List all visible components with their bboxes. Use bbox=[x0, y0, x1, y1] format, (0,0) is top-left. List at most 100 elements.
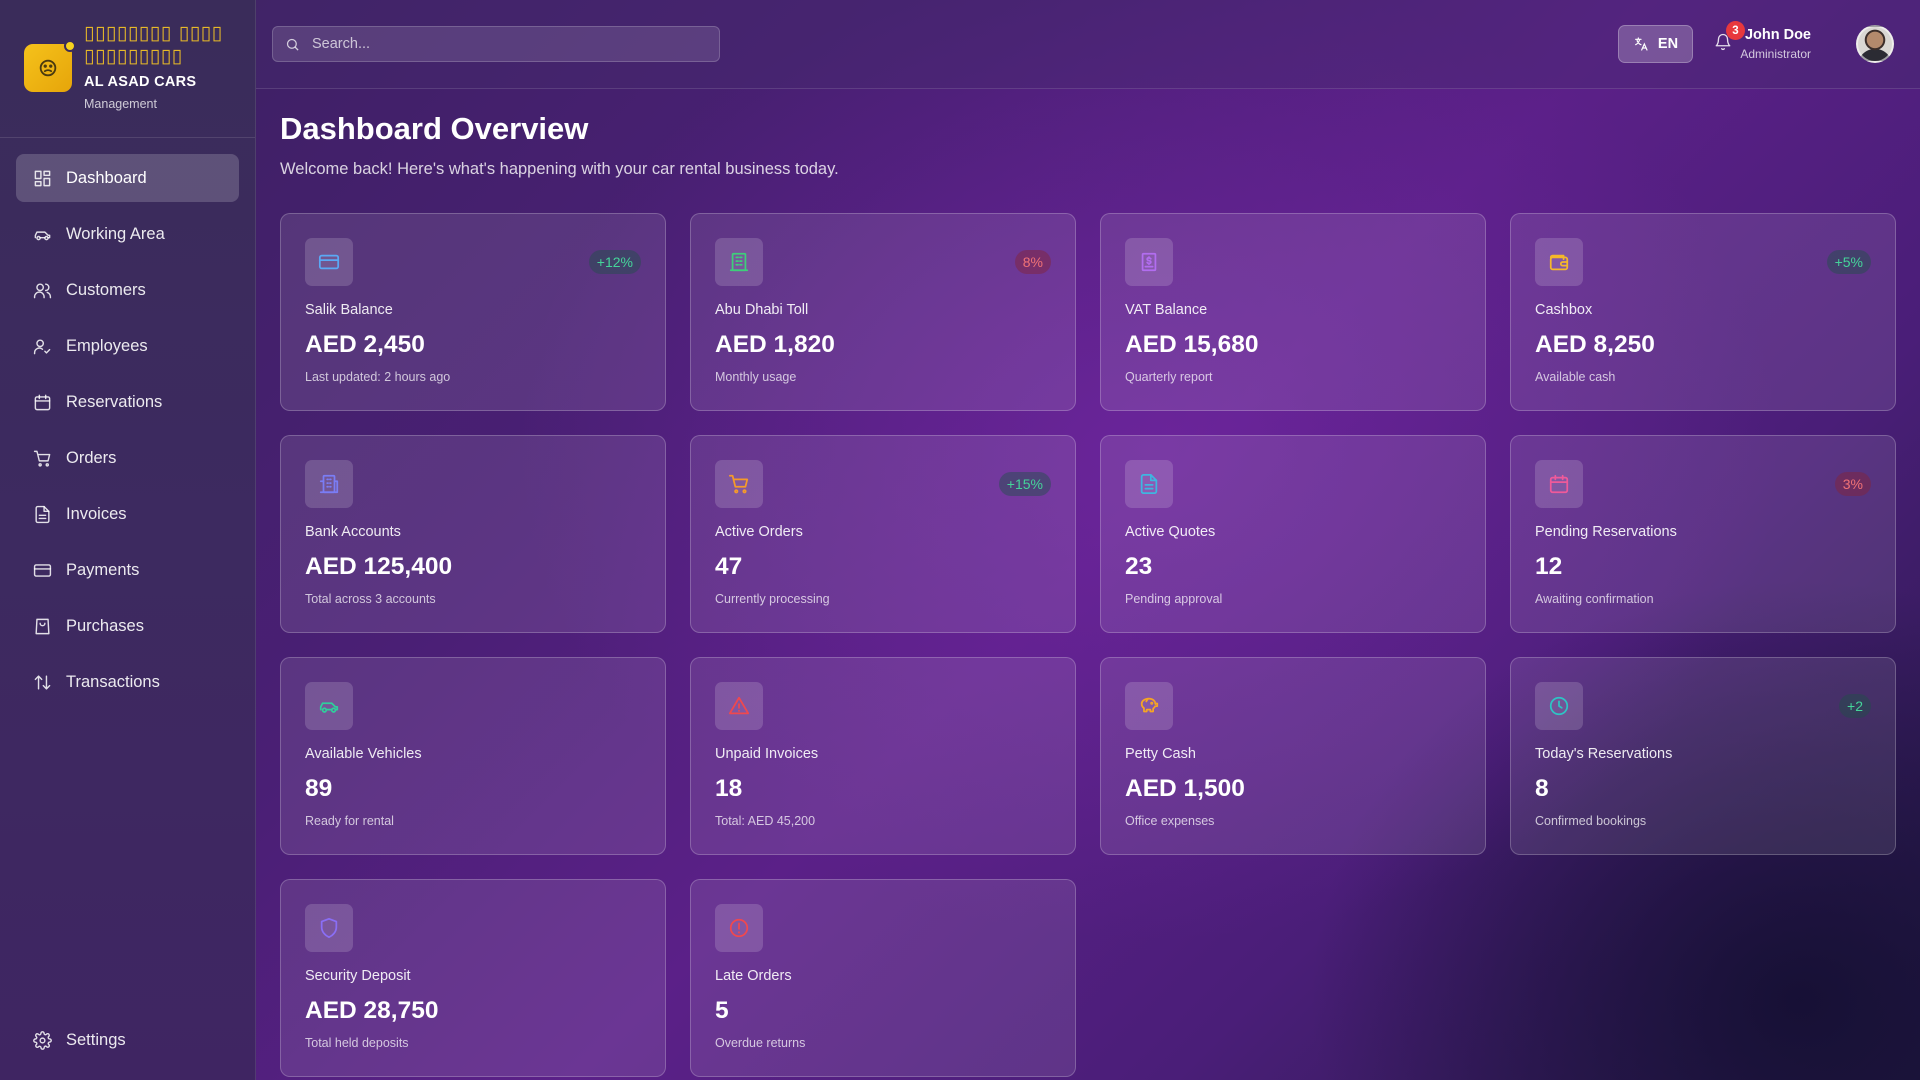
stat-label: Unpaid Invoices bbox=[715, 746, 819, 762]
brand-subtitle: Management bbox=[84, 97, 157, 111]
stat-value: 18 bbox=[715, 775, 743, 802]
calendar-icon bbox=[1549, 474, 1569, 494]
sidebar-item-label: Working Area bbox=[66, 224, 165, 243]
stat-icon-box bbox=[1535, 238, 1583, 286]
stat-card-bank-accounts[interactable]: Bank Accounts AED 125,400 Total across 3 a… bbox=[280, 435, 666, 633]
stat-note: Total: AED 45,200 bbox=[715, 814, 816, 828]
stat-icon-box bbox=[1535, 682, 1583, 730]
stat-card-cashbox[interactable]: +5% Cashbox AED 8,250 Available cash bbox=[1510, 213, 1896, 411]
document-icon bbox=[1140, 473, 1158, 495]
sidebar-item-dashboard[interactable]: Dashboard bbox=[16, 154, 239, 202]
notifications-button[interactable]: 3 bbox=[1714, 21, 1745, 55]
stat-label: Available Vehicles bbox=[305, 746, 422, 762]
language-label: EN bbox=[1657, 36, 1679, 52]
warning-icon bbox=[728, 696, 750, 715]
stat-icon-box bbox=[305, 682, 353, 730]
stat-value: 12 bbox=[1535, 553, 1563, 580]
trend-badge: +15% bbox=[998, 472, 1051, 496]
cart-icon bbox=[32, 448, 52, 468]
stat-icon-box bbox=[715, 682, 763, 730]
stat-card-available-vehicles[interactable]: Available Vehicles 89 Ready for rental bbox=[280, 657, 666, 855]
sidebar-item-invoices[interactable]: Invoices bbox=[16, 490, 239, 538]
stat-icon-box bbox=[305, 904, 353, 952]
sidebar-item-purchases[interactable]: Purchases bbox=[16, 602, 239, 650]
stat-value: 23 bbox=[1125, 553, 1153, 580]
sidebar-item-label: Reservations bbox=[66, 392, 163, 411]
sidebar-item-reservations[interactable]: Reservations bbox=[16, 378, 239, 426]
stat-label: Late Orders bbox=[715, 968, 792, 984]
sidebar-item-orders[interactable]: Orders bbox=[16, 434, 239, 482]
stat-value: AED 2,450 bbox=[305, 331, 425, 358]
stat-card-today-s-reservations[interactable]: +2 Today's Reservations 8 Confirmed booking… bbox=[1510, 657, 1896, 855]
stat-card-vat-balance[interactable]: VAT Balance AED 15,680 Quarterly report bbox=[1100, 213, 1486, 411]
search-icon bbox=[286, 38, 299, 51]
stat-label: Petty Cash bbox=[1125, 746, 1196, 762]
search-input[interactable] bbox=[312, 36, 692, 52]
language-button[interactable]: EN bbox=[1618, 25, 1693, 63]
stat-value: AED 1,820 bbox=[715, 331, 835, 358]
stat-card-salik-balance[interactable]: +12% Salik Balance AED 2,450 Last updated: … bbox=[280, 213, 666, 411]
avatar[interactable] bbox=[1856, 25, 1894, 63]
stat-note: Quarterly report bbox=[1125, 370, 1213, 384]
stat-label: VAT Balance bbox=[1125, 302, 1208, 318]
stat-note: Last updated: 2 hours ago bbox=[305, 370, 451, 384]
trend-badge: 8% bbox=[1014, 250, 1051, 274]
stat-card-pending-reservations[interactable]: 3% Pending Reservations 12 Awaiting confirm… bbox=[1510, 435, 1896, 633]
stat-icon-box bbox=[715, 904, 763, 952]
sidebar-item-label: Purchases bbox=[66, 616, 144, 635]
alert-circle-icon bbox=[729, 918, 749, 938]
building-icon bbox=[729, 252, 749, 272]
sidebar-item-transactions[interactable]: Transactions bbox=[16, 658, 239, 706]
user-name[interactable]: John Doe bbox=[1745, 27, 1811, 43]
sidebar-item-settings[interactable]: Settings bbox=[16, 1016, 239, 1064]
sidebar-item-label: Payments bbox=[66, 560, 140, 579]
logo[interactable] bbox=[24, 40, 76, 92]
sidebar-item-customers[interactable]: Customers bbox=[16, 266, 239, 314]
stat-label: Active Orders bbox=[715, 524, 803, 540]
top-header: EN 3 John Doe Administrator bbox=[256, 0, 1920, 89]
stat-icon-box bbox=[715, 238, 763, 286]
stat-card-abu-dhabi-toll[interactable]: 8% Abu Dhabi Toll AED 1,820 Monthly usage bbox=[690, 213, 1076, 411]
stat-card-security-deposit[interactable]: Security Deposit AED 28,750 Total held dep… bbox=[280, 879, 666, 1077]
trend-badge: +12% bbox=[588, 250, 641, 274]
stat-label: Active Quotes bbox=[1125, 524, 1216, 540]
page-subtitle: Welcome back! Here's what's happening wi… bbox=[280, 160, 839, 178]
calendar-icon bbox=[32, 392, 52, 412]
stat-note: Monthly usage bbox=[715, 370, 797, 384]
stat-card-unpaid-invoices[interactable]: Unpaid Invoices 18 Total: AED 45,200 bbox=[690, 657, 1076, 855]
sidebar-item-employees[interactable]: Employees bbox=[16, 322, 239, 370]
stat-value: AED 1,500 bbox=[1125, 775, 1245, 802]
grid-icon bbox=[32, 168, 52, 188]
stat-value: 89 bbox=[305, 775, 333, 802]
brand-name: AL ASAD CARS bbox=[84, 74, 197, 90]
sidebar-item-working-area[interactable]: Working Area bbox=[16, 210, 239, 258]
shield-icon bbox=[320, 917, 338, 939]
stat-value: 5 bbox=[715, 997, 729, 1024]
stat-value: AED 125,400 bbox=[305, 553, 453, 580]
car-icon bbox=[32, 224, 52, 244]
search-box[interactable] bbox=[272, 26, 720, 62]
notification-count-badge: 3 bbox=[1726, 21, 1745, 40]
sidebar-item-label: Transactions bbox=[66, 672, 160, 691]
stat-label: Salik Balance bbox=[305, 302, 393, 318]
sidebar-item-payments[interactable]: Payments bbox=[16, 546, 239, 594]
receipt-icon bbox=[1141, 252, 1157, 272]
credit-card-icon bbox=[318, 254, 340, 270]
user-check-icon bbox=[32, 336, 52, 356]
sidebar-item-label: Orders bbox=[66, 448, 117, 467]
stat-card-active-quotes[interactable]: Active Quotes 23 Pending approval bbox=[1100, 435, 1486, 633]
stat-icon-box bbox=[305, 460, 353, 508]
cart-icon bbox=[728, 474, 749, 494]
stat-label: Pending Reservations bbox=[1535, 524, 1677, 540]
stat-card-active-orders[interactable]: +15% Active Orders 47 Currently processing bbox=[690, 435, 1076, 633]
stat-value: 8 bbox=[1535, 775, 1549, 802]
sidebar-item-label: Invoices bbox=[66, 504, 127, 523]
stat-note: Pending approval bbox=[1125, 592, 1223, 606]
brand-header: ▯▯▯▯▯▯▯▯ ▯▯▯▯▯▯▯▯▯▯▯▯▯ AL ASAD CARS Mana… bbox=[0, 0, 255, 138]
stat-card-petty-cash[interactable]: Petty Cash AED 1,500 Office expenses bbox=[1100, 657, 1486, 855]
sidebar-item-label: Employees bbox=[66, 336, 148, 355]
stat-label: Bank Accounts bbox=[305, 524, 401, 540]
stat-card-late-orders[interactable]: Late Orders 5 Overdue returns bbox=[690, 879, 1076, 1077]
stat-icon-box bbox=[305, 238, 353, 286]
gear-icon bbox=[32, 1030, 52, 1050]
